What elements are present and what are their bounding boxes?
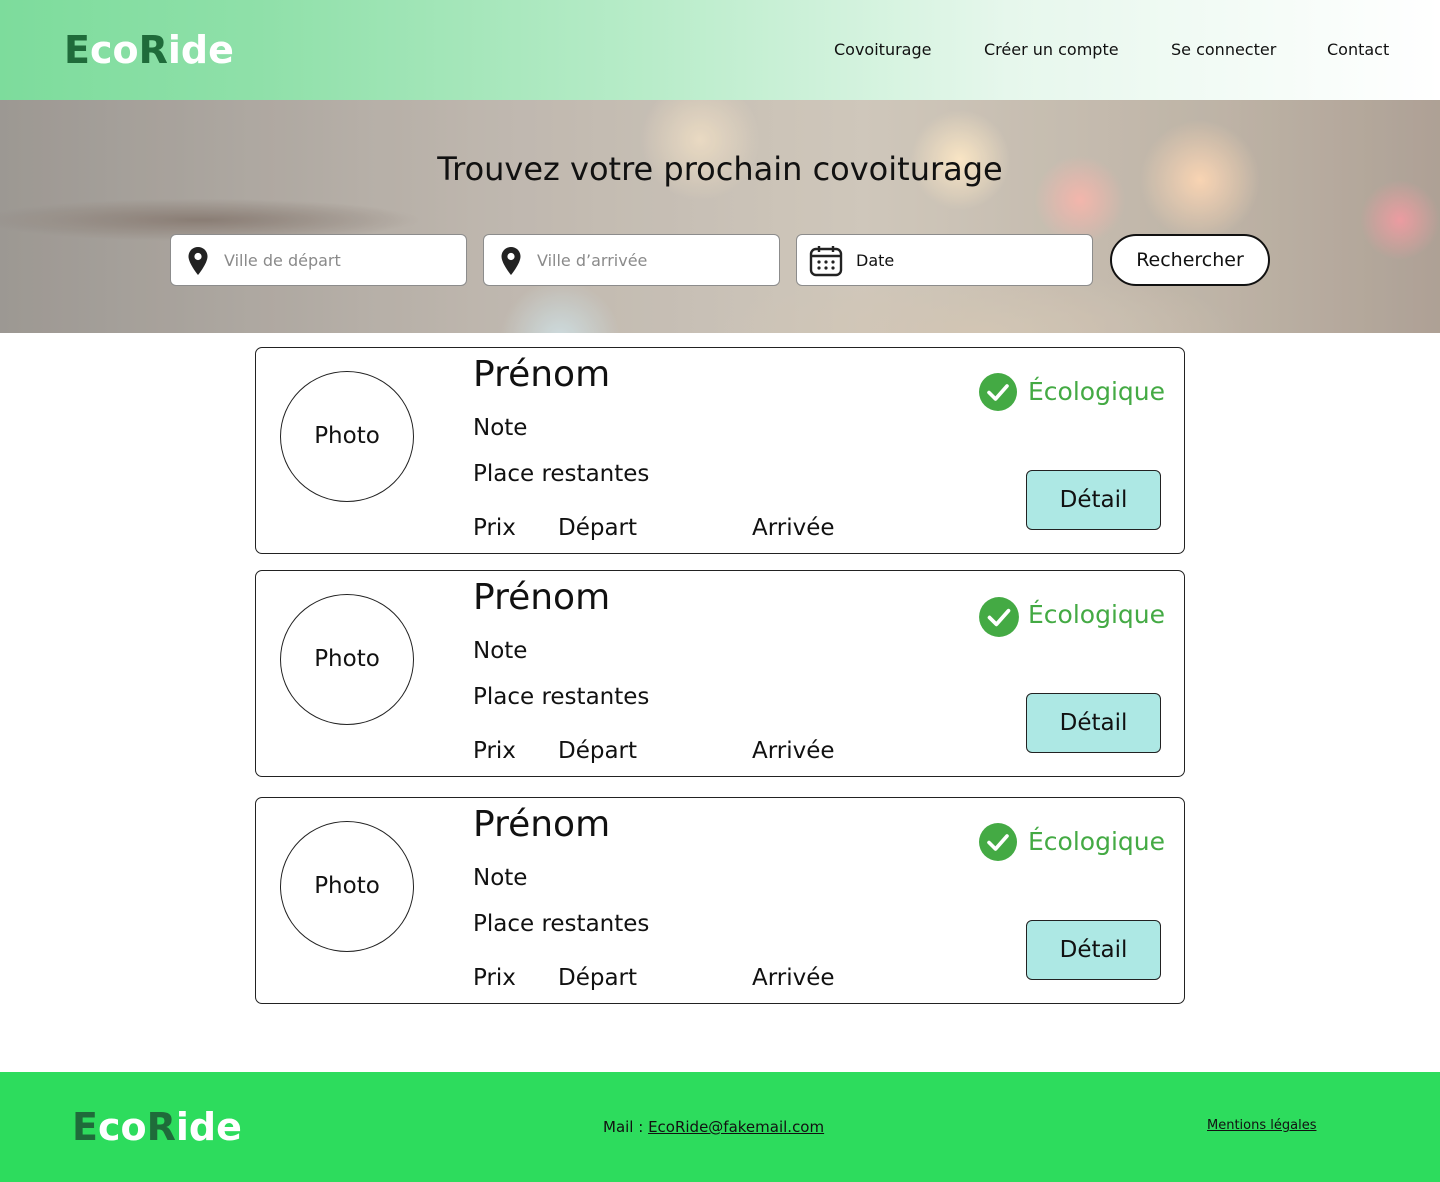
location-pin-icon (498, 246, 524, 280)
seats-remaining: Place restantes (473, 684, 650, 710)
nav-covoiturage[interactable]: Covoiturage (834, 40, 931, 59)
hero-banner: Trouvez votre prochain covoiturage Ville… (0, 100, 1440, 333)
hero-background-image (0, 100, 1440, 333)
ride-departure: Départ (558, 738, 638, 764)
location-pin-icon (185, 246, 211, 280)
header-logo[interactable]: EcoRide (64, 28, 234, 72)
logo-text-co: co (89, 28, 139, 72)
detail-button[interactable]: Détail (1026, 470, 1161, 530)
legal-notice-link[interactable]: Mentions légales (1207, 1118, 1316, 1133)
calendar-icon (809, 245, 843, 281)
logo-letter-r: R (146, 1105, 176, 1149)
seats-remaining: Place restantes (473, 461, 650, 487)
ride-arrival: Arrivée (752, 738, 835, 764)
arrival-city-placeholder: Ville d’arrivée (537, 251, 648, 270)
hero-title: Trouvez votre prochain covoiturage (437, 150, 1003, 188)
driver-rating: Note (473, 865, 528, 891)
date-label: Date (856, 251, 895, 270)
driver-photo: Photo (280, 821, 414, 952)
arrival-city-input[interactable]: Ville d’arrivée (483, 234, 780, 286)
driver-rating: Note (473, 415, 528, 441)
logo-text-ide: ide (167, 28, 234, 72)
check-circle-icon (978, 372, 1018, 416)
detail-button[interactable]: Détail (1026, 920, 1161, 980)
footer-logo[interactable]: EcoRide (72, 1105, 242, 1149)
ride-departure: Départ (558, 965, 638, 991)
driver-firstname: Prénom (473, 804, 611, 845)
detail-button[interactable]: Détail (1026, 693, 1161, 753)
nav-contact[interactable]: Contact (1327, 40, 1389, 59)
logo-text-ide: ide (175, 1105, 242, 1149)
seats-remaining: Place restantes (473, 911, 650, 937)
date-input[interactable]: Date (796, 234, 1093, 286)
ride-price: Prix (473, 965, 516, 991)
logo-letter-r: R (138, 28, 168, 72)
logo-text-co: co (97, 1105, 147, 1149)
ride-departure: Départ (558, 515, 638, 541)
eco-badge-label: Écologique (1028, 377, 1165, 406)
driver-firstname: Prénom (473, 577, 611, 618)
site-footer: EcoRide Mail : EcoRide@fakemail.com Ment… (0, 1072, 1440, 1182)
ride-arrival: Arrivée (752, 515, 835, 541)
logo-letter-e: E (72, 1105, 98, 1149)
nav-create-account[interactable]: Créer un compte (984, 40, 1119, 59)
ride-card: Photo Prénom Note Place restantes Prix D… (255, 347, 1185, 554)
search-button[interactable]: Rechercher (1110, 234, 1270, 286)
ride-price: Prix (473, 515, 516, 541)
driver-photo: Photo (280, 594, 414, 725)
ride-card: Photo Prénom Note Place restantes Prix D… (255, 797, 1185, 1004)
driver-firstname: Prénom (473, 354, 611, 395)
eco-badge-label: Écologique (1028, 600, 1165, 629)
eco-badge-label: Écologique (1028, 827, 1165, 856)
check-circle-icon (978, 822, 1018, 866)
mail-link[interactable]: EcoRide@fakemail.com (648, 1118, 824, 1136)
ride-arrival: Arrivée (752, 965, 835, 991)
ride-card: Photo Prénom Note Place restantes Prix D… (255, 570, 1185, 777)
departure-city-placeholder: Ville de départ (224, 251, 341, 270)
check-circle-icon (978, 596, 1020, 642)
mail-label: Mail : (603, 1118, 649, 1136)
footer-mail: Mail : EcoRide@fakemail.com (603, 1118, 824, 1136)
ride-price: Prix (473, 738, 516, 764)
driver-rating: Note (473, 638, 528, 664)
logo-letter-e: E (64, 28, 90, 72)
departure-city-input[interactable]: Ville de départ (170, 234, 467, 286)
driver-photo: Photo (280, 371, 414, 502)
site-header: EcoRide Covoiturage Créer un compte Se c… (0, 0, 1440, 100)
nav-login[interactable]: Se connecter (1171, 40, 1276, 59)
